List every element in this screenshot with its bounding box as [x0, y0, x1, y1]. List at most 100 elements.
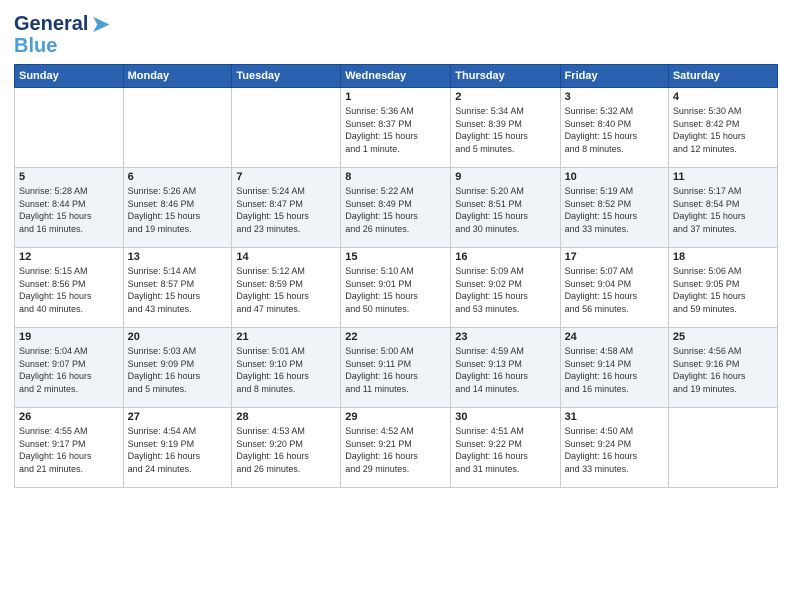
day-info-text: Sunrise: 4:50 AM: [565, 425, 664, 438]
day-info-text: Sunset: 9:04 PM: [565, 278, 664, 291]
day-info-text: and 16 minutes.: [565, 383, 664, 396]
day-number: 27: [128, 411, 228, 423]
day-number: 11: [673, 171, 773, 183]
day-info-text: Daylight: 15 hours: [236, 210, 336, 223]
day-info-text: Daylight: 16 hours: [19, 450, 119, 463]
day-number: 17: [565, 251, 664, 263]
calendar-day-10: 10Sunrise: 5:19 AMSunset: 8:52 PMDayligh…: [560, 168, 668, 248]
day-info-text: Sunrise: 5:36 AM: [345, 105, 446, 118]
weekday-header-wednesday: Wednesday: [341, 65, 451, 88]
day-number: 1: [345, 91, 446, 103]
day-number: 26: [19, 411, 119, 423]
day-info-text: and 43 minutes.: [128, 303, 228, 316]
day-info-text: Sunrise: 5:28 AM: [19, 185, 119, 198]
day-number: 16: [455, 251, 555, 263]
day-number: 29: [345, 411, 446, 423]
calendar-day-29: 29Sunrise: 4:52 AMSunset: 9:21 PMDayligh…: [341, 408, 451, 488]
day-info-text: Sunset: 9:13 PM: [455, 358, 555, 371]
calendar-day-15: 15Sunrise: 5:10 AMSunset: 9:01 PMDayligh…: [341, 248, 451, 328]
logo: General ➤ Blue: [14, 10, 111, 58]
calendar-day-26: 26Sunrise: 4:55 AMSunset: 9:17 PMDayligh…: [15, 408, 124, 488]
calendar-day-20: 20Sunrise: 5:03 AMSunset: 9:09 PMDayligh…: [123, 328, 232, 408]
day-info-text: and 29 minutes.: [345, 463, 446, 476]
day-info-text: Sunset: 9:22 PM: [455, 438, 555, 451]
calendar-week-row: 12 Sunrise: 5:15 AMSunset: 8:56 PM Dayligh…: [15, 248, 778, 328]
day-info-text: Daylight: 16 hours: [345, 450, 446, 463]
day-info-text: Sunset: 8:37 PM: [345, 118, 446, 131]
day-info-text: Daylight: 15 hours: [345, 290, 446, 303]
day-number: 3: [565, 91, 664, 103]
weekday-header-monday: Monday: [123, 65, 232, 88]
day-info-text: Sunset: 8:46 PM: [128, 198, 228, 211]
day-info-text: and 24 minutes.: [128, 463, 228, 476]
day-number: 5: [19, 171, 119, 183]
day-number: 4: [673, 91, 773, 103]
calendar-day-27: 27Sunrise: 4:54 AMSunset: 9:19 PMDayligh…: [123, 408, 232, 488]
day-info-text: Daylight: 15 hours: [673, 290, 773, 303]
day-info-text: and 26 minutes.: [345, 223, 446, 236]
day-info-text: Sunset: 8:51 PM: [455, 198, 555, 211]
calendar-empty-cell: [15, 88, 124, 168]
day-number: 31: [565, 411, 664, 423]
day-info-text: and 30 minutes.: [455, 223, 555, 236]
day-info-text: and 59 minutes.: [673, 303, 773, 316]
day-number: 9: [455, 171, 555, 183]
day-info-text: and 11 minutes.: [345, 383, 446, 396]
day-info-text: Sunrise: 5:24 AM: [236, 185, 336, 198]
day-info-text: and 5 minutes.: [128, 383, 228, 396]
day-info-text: and 33 minutes.: [565, 223, 664, 236]
day-info-text: Sunrise: 4:51 AM: [455, 425, 555, 438]
day-info-text: Sunrise: 5:07 AM: [565, 265, 664, 278]
day-info-text: Sunset: 8:56 PM: [19, 278, 119, 291]
day-info-text: Sunrise: 5:00 AM: [345, 345, 446, 358]
day-info-text: Sunrise: 5:09 AM: [455, 265, 555, 278]
day-info-text: and 31 minutes.: [455, 463, 555, 476]
calendar-day-30: 30 Sunrise: 4:51 AMSunset: 9:22 PMDayligh…: [451, 408, 560, 488]
day-info-text: Daylight: 16 hours: [455, 450, 555, 463]
day-info-text: Sunrise: 4:59 AM: [455, 345, 555, 358]
day-info-text: and 37 minutes.: [673, 223, 773, 236]
calendar-day-25: 25Sunrise: 4:56 AMSunset: 9:16 PMDayligh…: [668, 328, 777, 408]
day-number: 7: [236, 171, 336, 183]
calendar-table: SundayMondayTuesdayWednesdayThursdayFrid…: [14, 64, 778, 488]
day-info-text: Daylight: 16 hours: [236, 370, 336, 383]
day-number: 13: [128, 251, 228, 263]
weekday-header-friday: Friday: [560, 65, 668, 88]
day-number: 12: [19, 251, 119, 263]
weekday-header-sunday: Sunday: [15, 65, 124, 88]
day-info-text: Sunset: 9:01 PM: [345, 278, 446, 291]
day-info-text: Daylight: 15 hours: [345, 130, 446, 143]
day-info-text: Daylight: 16 hours: [455, 370, 555, 383]
day-info-text: and 56 minutes.: [565, 303, 664, 316]
day-number: 2: [455, 91, 555, 103]
day-info-text: and 2 minutes.: [19, 383, 119, 396]
calendar-day-8: 8Sunrise: 5:22 AMSunset: 8:49 PMDaylight…: [341, 168, 451, 248]
calendar-day-31: 31Sunrise: 4:50 AMSunset: 9:24 PMDayligh…: [560, 408, 668, 488]
calendar-day-14: 14Sunrise: 5:12 AMSunset: 8:59 PMDayligh…: [232, 248, 341, 328]
calendar-day-28: 28Sunrise: 4:53 AMSunset: 9:20 PMDayligh…: [232, 408, 341, 488]
calendar-day-13: 13Sunrise: 5:14 AMSunset: 8:57 PMDayligh…: [123, 248, 232, 328]
calendar-day-2: 2Sunrise: 5:34 AMSunset: 8:39 PMDaylight…: [451, 88, 560, 168]
day-info-text: and 53 minutes.: [455, 303, 555, 316]
day-info-text: Sunrise: 5:22 AM: [345, 185, 446, 198]
day-info-text: and 12 minutes.: [673, 143, 773, 156]
day-info-text: Sunrise: 4:56 AM: [673, 345, 773, 358]
day-info-text: and 19 minutes.: [128, 223, 228, 236]
day-number: 30: [455, 411, 555, 423]
logo-blue-text: Blue: [14, 35, 57, 58]
day-info-text: Sunset: 9:16 PM: [673, 358, 773, 371]
day-info-text: Sunset: 8:54 PM: [673, 198, 773, 211]
calendar-day-16: 16Sunrise: 5:09 AMSunset: 9:02 PMDayligh…: [451, 248, 560, 328]
calendar-week-row: 19Sunrise: 5:04 AMSunset: 9:07 PMDayligh…: [15, 328, 778, 408]
day-number: 28: [236, 411, 336, 423]
day-info-text: Daylight: 16 hours: [673, 370, 773, 383]
day-number: 21: [236, 331, 336, 343]
day-info-text: and 5 minutes.: [455, 143, 555, 156]
day-info-text: Daylight: 15 hours: [19, 210, 119, 223]
day-info-text: Sunrise: 5:19 AM: [565, 185, 664, 198]
day-info-text: Daylight: 15 hours: [673, 210, 773, 223]
day-info-text: and 50 minutes.: [345, 303, 446, 316]
logo-bird-icon: ➤: [90, 10, 110, 39]
day-info-text: Sunset: 9:21 PM: [345, 438, 446, 451]
day-info-text: Sunrise: 5:15 AM: [19, 265, 119, 278]
